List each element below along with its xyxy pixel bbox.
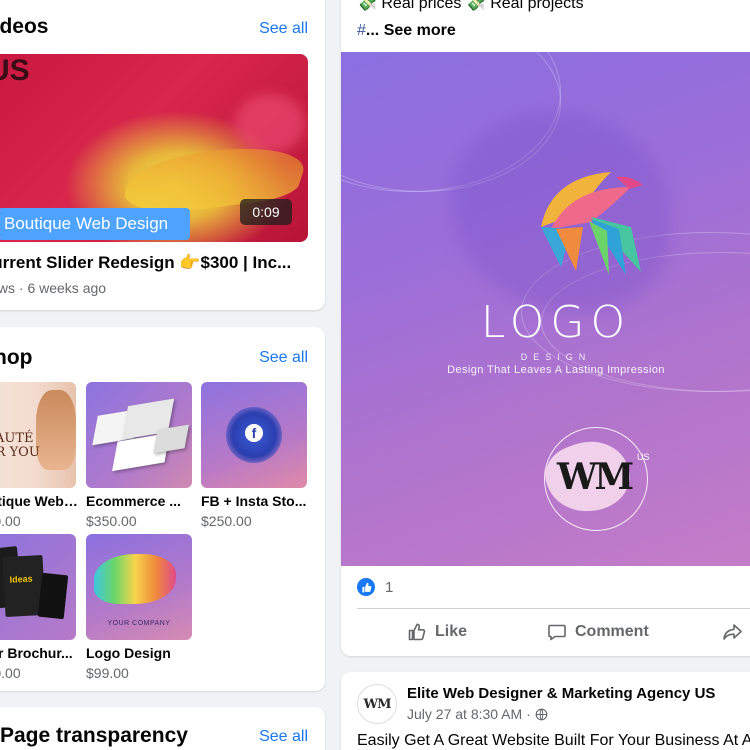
shop-item-name: Flyer Brochur...	[0, 645, 73, 661]
post-text-top-line: 💸 Real prices 💸 Real projects	[357, 0, 584, 12]
page-transparency-section: Page transparency See all	[0, 707, 325, 750]
shop-item-portrait	[36, 390, 76, 470]
page: Videos See all US Boutique Web Design 0:…	[0, 0, 750, 750]
comment-icon	[548, 624, 566, 641]
post-timestamp[interactable]: July 27 at 8:30 AM ·	[407, 706, 548, 722]
see-more-link[interactable]: ... See more	[366, 22, 456, 39]
shop-title: Shop	[0, 346, 33, 369]
shop-item-price: $200.00	[0, 665, 21, 681]
shop-item[interactable]: f FB + Insta Sto... $250.00	[201, 382, 309, 529]
comment-button[interactable]: Comment	[547, 620, 649, 644]
shop-item-name: Logo Design	[86, 645, 171, 661]
like-reaction-icon	[357, 578, 375, 596]
transparency-see-all-link[interactable]: See all	[259, 728, 308, 746]
video-thumb-blob	[235, 94, 305, 154]
wm-monogram-text: WM	[557, 456, 634, 498]
shop-section: Shop See all BEAUTÉ FOR YOU Boutique Web…	[0, 327, 325, 691]
image-logo-word: LOGO	[480, 297, 632, 348]
shop-item-image: BEAUTÉ FOR YOU	[0, 382, 76, 488]
share-icon	[723, 624, 742, 640]
second-post-card: WM Elite Web Designer & Marketing Agency…	[341, 672, 750, 750]
shop-item-price: $350.00	[86, 513, 137, 529]
shop-item-colorful-head	[94, 554, 176, 604]
shop-item-price: $99.00	[86, 665, 129, 681]
like-label: Like	[435, 623, 468, 640]
wm-monogram-badge: WM US	[537, 427, 650, 531]
post-divider	[357, 608, 750, 609]
facebook-icon-glyph: f	[245, 424, 263, 442]
shop-item-image: Ideas	[0, 534, 76, 640]
shop-item-image	[86, 382, 192, 488]
second-post-text: Easily Get A Great Website Built For You…	[357, 732, 750, 749]
shop-item[interactable]: Ecommerce ... $350.00	[86, 382, 194, 529]
post-image[interactable]: LOGO DESIGN Design That Leaves A Lasting…	[341, 52, 750, 566]
shop-item-brochure	[37, 572, 69, 620]
post-hashtag[interactable]: #	[357, 22, 366, 39]
shop-item[interactable]: YOUR COMPANY Logo Design $99.00	[86, 534, 194, 681]
page-name-link[interactable]: Elite Web Designer & Marketing Agency US	[407, 685, 715, 702]
shop-item-name: Boutique Web Desi...	[0, 493, 78, 509]
like-button[interactable]: Like	[407, 620, 467, 644]
shop-item-thumb-text: YOUR COMPANY	[107, 620, 171, 627]
videos-section: Videos See all US Boutique Web Design 0:…	[0, 0, 325, 310]
thumbs-up-icon	[408, 623, 426, 641]
image-design-subtitle: DESIGN	[520, 352, 592, 362]
shop-item-name: Ecommerce ...	[86, 493, 181, 509]
video-title-link[interactable]: Current Slider Redesign 👉$300 | Inc...	[0, 253, 291, 273]
shop-see-all-link[interactable]: See all	[259, 349, 308, 367]
image-tagline: Design That Leaves A Lasting Impression	[447, 364, 665, 376]
video-tag-label: Boutique Web Design	[0, 208, 190, 240]
page-transparency-title: Page transparency	[0, 724, 188, 747]
videos-title: Videos	[0, 15, 49, 38]
shop-item-thumb-text: BEAUTÉ FOR YOU	[0, 431, 40, 460]
video-thumb-logo: US	[0, 54, 30, 87]
page-avatar[interactable]: WM	[357, 684, 397, 724]
shop-item-price: $500.00	[0, 513, 21, 529]
shop-item-mockup	[153, 424, 189, 454]
videos-see-all-link[interactable]: See all	[259, 20, 308, 38]
shop-item-image: YOUR COMPANY	[86, 534, 192, 640]
video-meta: views · 6 weeks ago	[0, 280, 107, 296]
reaction-summary[interactable]: 1	[357, 576, 393, 598]
share-button[interactable]	[722, 620, 744, 644]
post-timestamp-text: July 27 at 8:30 AM ·	[407, 706, 531, 722]
shop-item-price: $250.00	[201, 513, 252, 529]
shop-item-image: f	[201, 382, 307, 488]
shop-item[interactable]: Ideas Flyer Brochur... $200.00	[0, 534, 78, 681]
post-card: 💸 Real prices 💸 Real projects #... See m…	[341, 0, 750, 656]
facebook-icon: f	[226, 407, 282, 463]
shop-item-name: FB + Insta Sto...	[201, 493, 307, 509]
comment-label: Comment	[575, 623, 649, 640]
post-text-see-more-line: #... See more	[357, 22, 456, 40]
shop-item[interactable]: BEAUTÉ FOR YOU Boutique Web Desi... $500…	[0, 382, 78, 529]
wm-us-text: US	[637, 452, 650, 462]
bird-logo-icon	[541, 172, 643, 275]
globe-icon	[535, 708, 548, 720]
shop-item-thumb-text: Ideas	[9, 573, 33, 585]
reaction-count: 1	[385, 578, 394, 596]
video-duration: 0:09	[240, 199, 292, 225]
